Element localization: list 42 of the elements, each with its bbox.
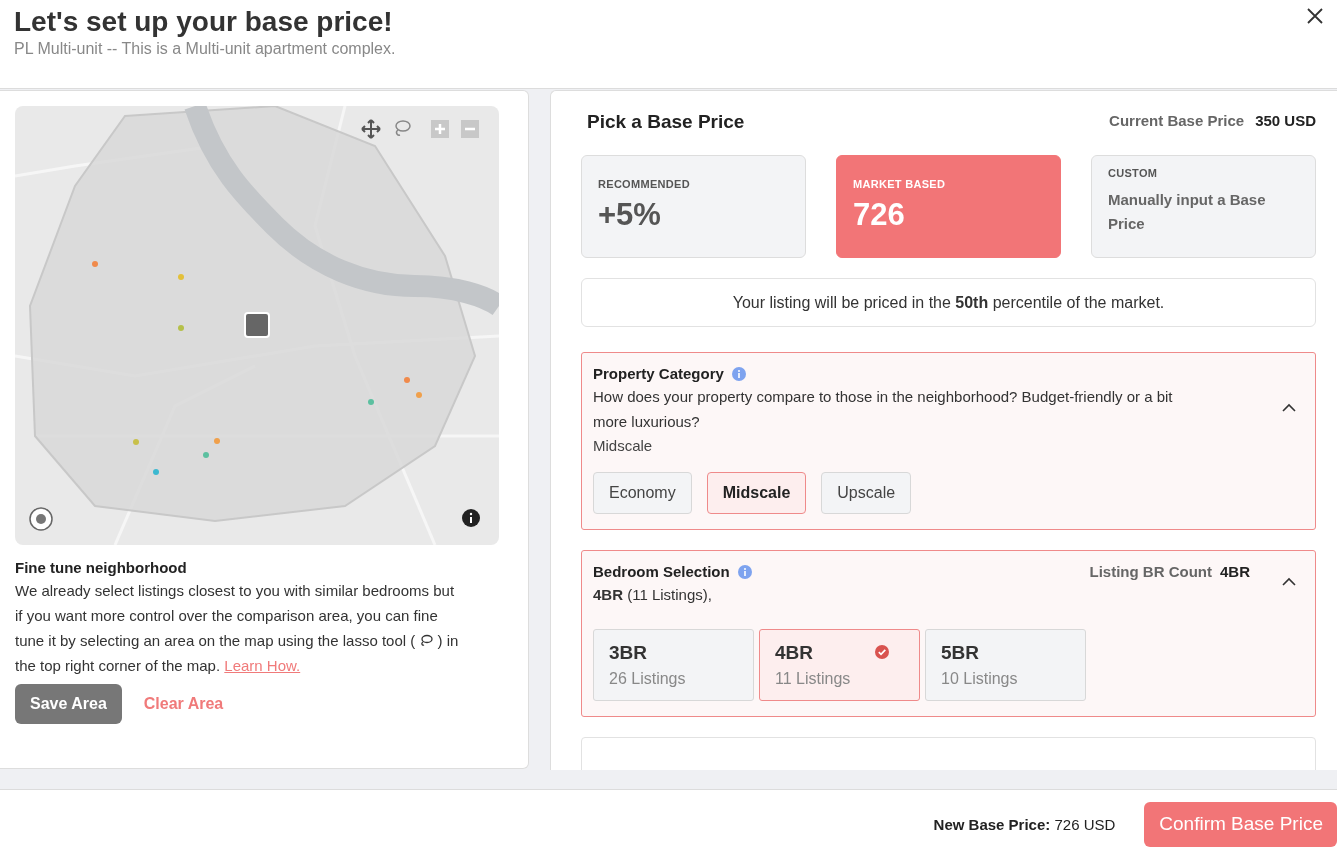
- location-marker-icon: [244, 312, 270, 338]
- chevron-up-icon[interactable]: [1282, 577, 1296, 586]
- option-value: +5%: [598, 197, 662, 233]
- current-category: Midscale: [593, 436, 654, 456]
- category-option[interactable]: Upscale: [821, 472, 912, 514]
- panel-title: Pick a Base Price: [587, 111, 745, 133]
- current-price-value: 350 USD: [1255, 111, 1316, 129]
- move-icon[interactable]: [361, 119, 381, 139]
- dialog-subtitle: PL Multi-unit -- This is a Multi-unit apartment complex.: [14, 40, 396, 58]
- br-count-label: Listing BR Count: [1089, 563, 1212, 580]
- close-icon[interactable]: [1305, 6, 1325, 26]
- bedroom-summary: 4BR (11 Listings),: [593, 586, 713, 603]
- bedroom-option[interactable]: 4BR 11 Listings: [759, 629, 920, 701]
- price-option-card[interactable]: RECOMMENDED +5%: [581, 155, 806, 258]
- option-description: Manually input a Base Price: [1108, 190, 1267, 234]
- option-label: RECOMMENDED: [598, 178, 691, 190]
- section-title: Property Category: [593, 365, 724, 382]
- dialog-title: Let's set up your base price!: [14, 6, 393, 38]
- help-text: We already select listings closest to you with similar bedrooms but if you want more control over the comparison area, you can fine tune it by selecting an area on the map using the lasso tool ( ) in the top right corner of the map. Learn How.: [15, 581, 460, 676]
- section-title: Fine tune neighborhood: [15, 559, 188, 576]
- section-title: Bedroom Selection: [593, 563, 730, 580]
- info-icon[interactable]: [462, 509, 480, 527]
- new-price-value: 726 USD: [1054, 815, 1116, 833]
- lasso-icon[interactable]: [392, 118, 412, 138]
- bedroom-option[interactable]: 3BR 26 Listings: [593, 629, 754, 701]
- bedroom-option[interactable]: 5BR 10 Listings: [925, 629, 1086, 701]
- category-option[interactable]: Midscale: [706, 472, 807, 514]
- category-option[interactable]: Economy: [593, 472, 692, 514]
- option-value: 726: [853, 197, 906, 233]
- option-label: CUSTOM: [1108, 167, 1159, 179]
- new-price-label: New Base Price:: [933, 815, 1051, 833]
- lasso-icon: [419, 634, 434, 646]
- compass-icon[interactable]: [29, 507, 53, 531]
- percentile-note: Your listing will be priced in the 50th percentile of the market.: [732, 293, 1165, 312]
- current-price-label: Current Base Price: [1109, 111, 1245, 129]
- chevron-up-icon[interactable]: [1282, 403, 1296, 412]
- save-area-button[interactable]: Save Area: [15, 684, 122, 724]
- option-label: MARKET BASED: [853, 178, 947, 190]
- check-icon: [875, 645, 889, 659]
- question-text: How does your property compare to those in the neighborhood? Budget-friendly or a bit more luxurious?: [593, 387, 1174, 432]
- price-option-card[interactable]: CUSTOM Manually input a Base Price: [1091, 155, 1316, 258]
- br-count-value: 4BR: [1220, 563, 1250, 580]
